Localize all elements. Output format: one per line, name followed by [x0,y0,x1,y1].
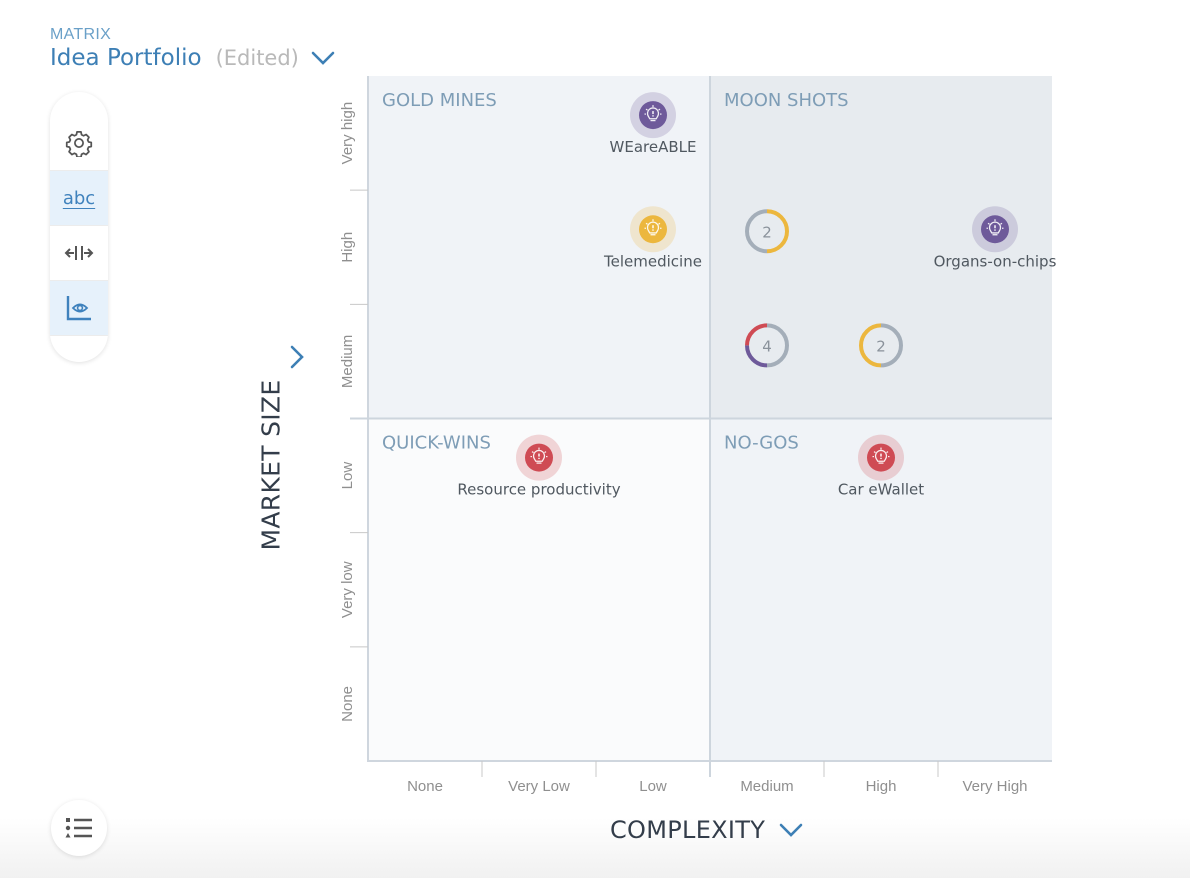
quadrant-label: NO-GOS [724,433,799,454]
point-label[interactable]: Organs-on-chips [934,252,1057,270]
x-tick-label: Very High [962,778,1027,795]
y-tick-label: None [339,686,356,722]
y-tick-label: Medium [339,335,356,388]
quadrant-label: QUICK-WINS [382,433,491,454]
quadrant-label: MOON SHOTS [724,90,849,111]
y-tick-label: High [339,232,356,263]
quadrant-label: GOLD MINES [382,90,497,111]
x-tick-label: Low [639,778,667,795]
matrix-chart: GOLD MINES MOON SHOTS QUICK-WINS NO-GOS None… [339,76,1057,795]
x-tick-label: High [866,778,897,795]
point-label[interactable]: WEareABLE [610,138,697,156]
x-tick-label: Very Low [508,778,570,795]
x-tick-label: Medium [740,778,793,795]
point-label[interactable]: Telemedicine [603,252,702,270]
y-tick-label: Very high [339,102,356,165]
cluster-count: 2 [762,223,772,241]
point-label[interactable]: Car eWallet [838,481,924,499]
y-tick-label: Low [339,462,356,490]
x-tick-label: None [407,778,443,795]
cluster-count: 4 [762,337,772,355]
cluster-count: 2 [876,337,886,355]
point-label[interactable]: Resource productivity [457,481,620,499]
y-tick-label: Very low [339,561,356,618]
